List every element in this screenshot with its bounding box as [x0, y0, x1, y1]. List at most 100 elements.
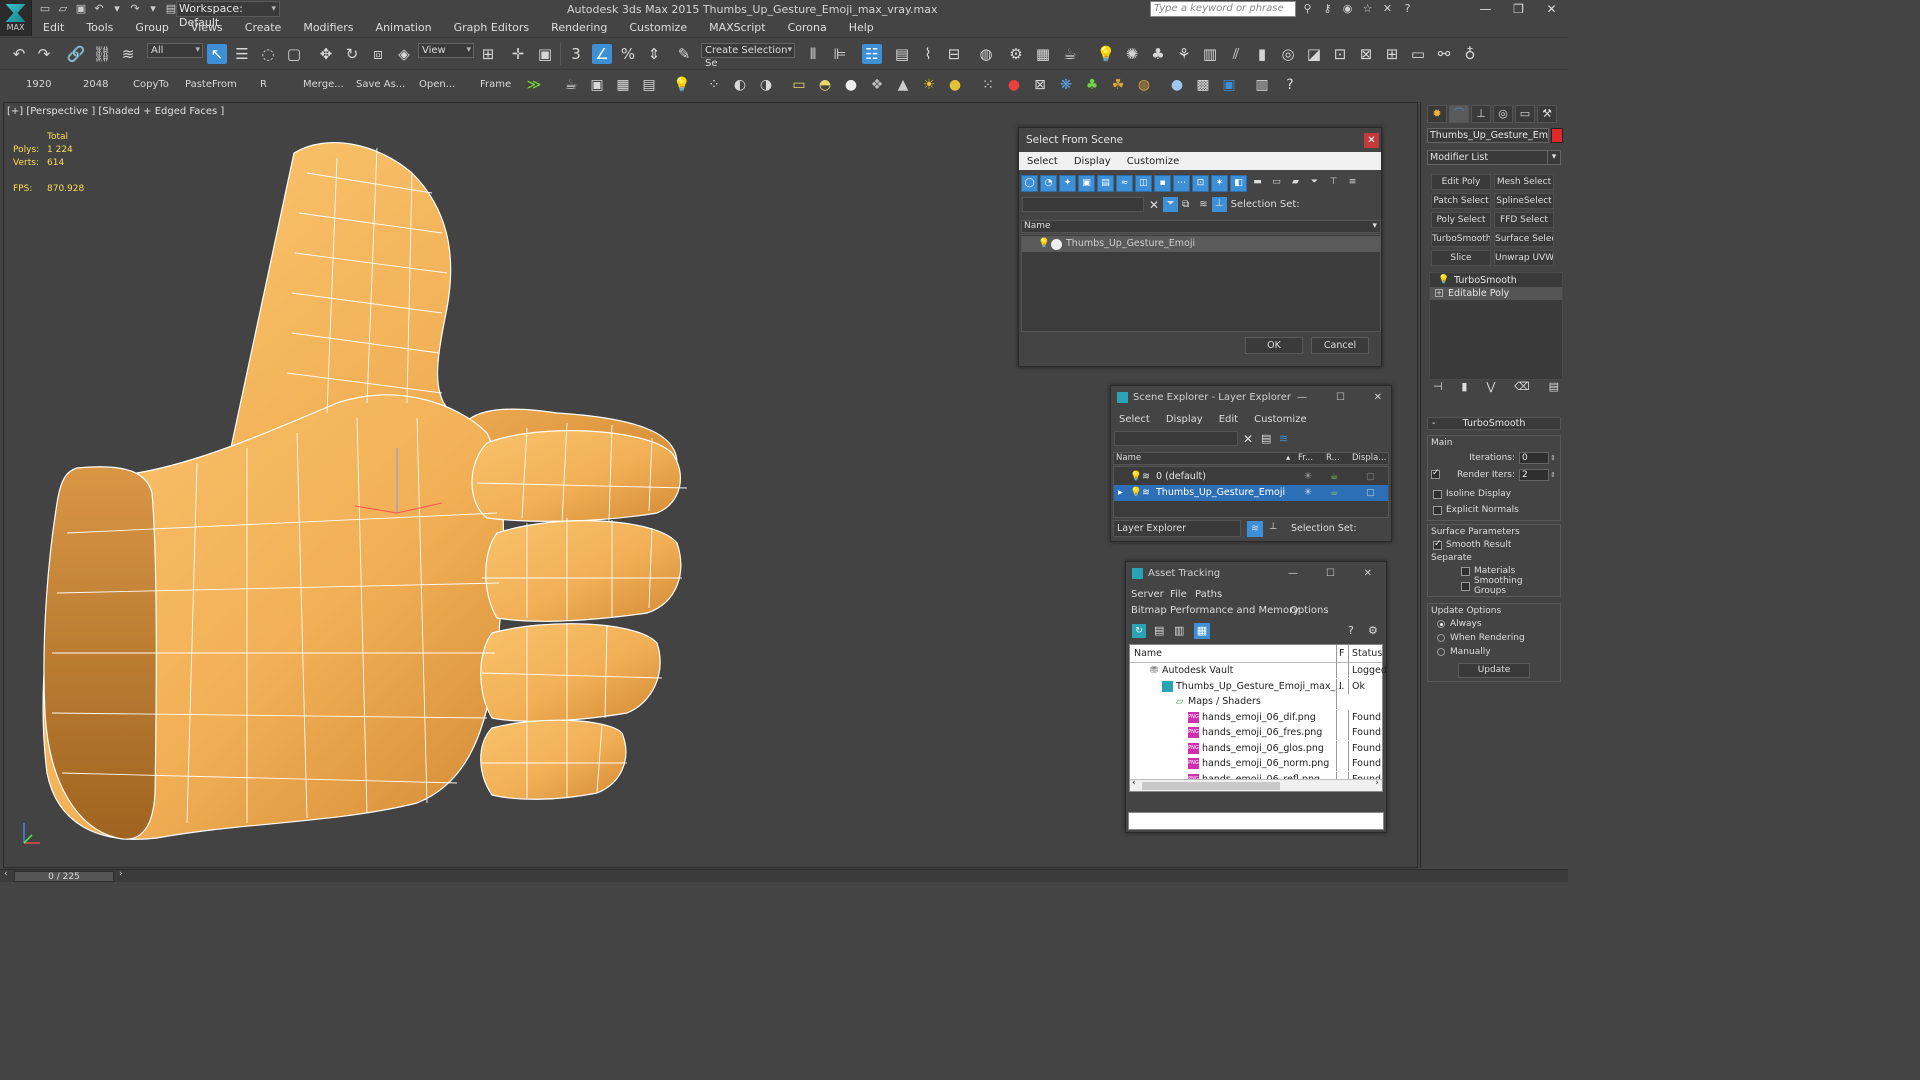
col-name[interactable]: Name — [1116, 453, 1141, 464]
col-full-path[interactable]: F — [1336, 645, 1344, 663]
toggle-scene-explorer-icon[interactable]: ☷ — [862, 44, 882, 64]
menu-corona[interactable]: Corona — [777, 19, 838, 37]
freeze-snowflake-icon[interactable]: ✳ — [1304, 485, 1312, 501]
dropdown-arrow-icon[interactable]: ▾ — [110, 2, 124, 16]
render-teapot-icon[interactable]: ☕ — [1330, 469, 1339, 485]
unlink-icon[interactable]: ⛓ — [92, 44, 112, 64]
hierarchy-mode-icon[interactable]: ⊥ — [1211, 197, 1227, 212]
expand-chevron-icon[interactable]: ≫ — [524, 75, 544, 95]
maximize-icon[interactable]: ☐ — [1336, 386, 1345, 410]
vray-camera-icon[interactable]: ▮ — [1252, 44, 1272, 64]
mesh-select-button[interactable]: Mesh Select — [1494, 174, 1554, 190]
col-renderable[interactable]: R... — [1326, 453, 1340, 464]
vray-material-icon[interactable]: ⊞ — [1382, 44, 1402, 64]
menu-display[interactable]: Display — [1158, 414, 1211, 425]
light-bulb-icon[interactable]: 💡 — [1438, 274, 1449, 287]
expand-arrow-icon[interactable]: ▸ — [1118, 485, 1123, 501]
menu-help[interactable]: Help — [838, 19, 885, 37]
open-folder-icon[interactable]: ▱ — [56, 2, 70, 16]
align-icon[interactable]: ⊫ — [830, 44, 850, 64]
named-selection-sets-dropdown[interactable]: Create Selection Se — [701, 43, 795, 69]
col-status[interactable]: Status — [1348, 645, 1382, 663]
menu-customize[interactable]: Customize — [618, 19, 698, 37]
clear-search-icon[interactable]: ✕ — [1149, 198, 1159, 212]
render-production-icon[interactable]: ☕ — [1060, 44, 1080, 64]
edit-poly-button[interactable]: Edit Poly — [1431, 174, 1491, 190]
sphere-light-icon[interactable]: ● — [841, 75, 861, 95]
modify-tab-icon[interactable]: ⌒ — [1449, 105, 1469, 123]
render-teapot-icon[interactable]: ☕ — [1330, 485, 1339, 501]
reference-coordinate-dropdown[interactable]: View — [418, 43, 474, 58]
smoothing-groups-checkbox[interactable] — [1461, 581, 1470, 591]
binoculars-icon[interactable]: ⚲ — [1300, 2, 1315, 16]
select-object-icon[interactable]: ↖ — [207, 44, 227, 64]
turbosmooth-button[interactable]: TurboSmooth — [1431, 231, 1491, 247]
mesh-clipper-icon[interactable]: ⊠ — [1030, 75, 1050, 95]
keyboard-shortcut-override-icon[interactable]: ▣ — [535, 44, 555, 64]
toggle-layer-explorer-icon[interactable]: ▤ — [892, 44, 912, 64]
merge-button[interactable]: Merge... — [303, 79, 344, 90]
cancel-button[interactable]: Cancel — [1311, 337, 1369, 354]
expand-plus-icon[interactable]: + — [1435, 289, 1443, 297]
isoline-checkbox[interactable] — [1433, 489, 1442, 499]
display-all-icon[interactable]: ▬ — [1249, 175, 1266, 192]
close-icon[interactable]: ✕ — [1535, 0, 1568, 19]
search-input[interactable]: Type a keyword or phrase — [1150, 1, 1296, 17]
list-icon[interactable]: ≡ — [1344, 175, 1361, 192]
sphere-half-icon[interactable]: ◐ — [730, 75, 750, 95]
resolution-2048-button[interactable]: 2048 — [83, 79, 108, 90]
exchange-icon[interactable]: ✕ — [1380, 2, 1395, 16]
vray-fur-icon[interactable]: ⚘ — [1174, 44, 1194, 64]
sky-icon[interactable]: ● — [945, 75, 965, 95]
cone-light-icon[interactable]: ▲ — [893, 75, 913, 95]
undo-icon[interactable]: ↶ — [92, 2, 106, 16]
vray-scene-icon[interactable]: ▭ — [1408, 44, 1428, 64]
stack-item-editable-poly[interactable]: + Editable Poly — [1430, 287, 1562, 300]
find-field[interactable] — [1022, 197, 1144, 212]
teapot-icon[interactable]: ☕ — [561, 75, 581, 95]
vray-proxy-icon[interactable]: ♣ — [1148, 44, 1168, 64]
vray-sphere-icon[interactable]: ◎ — [1278, 44, 1298, 64]
close-icon[interactable]: ✕ — [1374, 386, 1382, 410]
object-color-swatch[interactable] — [1551, 128, 1563, 143]
vray-link-icon[interactable]: ⚯ — [1434, 44, 1454, 64]
open-button[interactable]: Open... — [419, 79, 455, 90]
menu-customize[interactable]: Customize — [1119, 156, 1188, 167]
display-shapes-icon[interactable]: ◔ — [1040, 175, 1057, 192]
rollout-header[interactable]: TurboSmooth — [1427, 417, 1561, 430]
render-iters-spinner[interactable]: 2 — [1519, 468, 1549, 481]
toolbar-help-icon[interactable]: ? — [1280, 75, 1300, 95]
light-list-icon[interactable]: 💡 — [672, 75, 692, 95]
dropdown-arrow-icon[interactable]: ▾ — [146, 2, 160, 16]
selection-region-icon[interactable]: ◌ — [258, 44, 278, 64]
restore-icon[interactable]: ❐ — [1502, 0, 1535, 19]
copy-to-button[interactable]: CopyTo — [133, 79, 169, 90]
selection-filter-dropdown[interactable]: All — [147, 43, 203, 58]
display-tab-icon[interactable]: ▭ — [1515, 105, 1535, 123]
spline-select-button[interactable]: SplineSelect — [1494, 193, 1554, 209]
paste-from-button[interactable]: PasteFrom — [185, 79, 237, 90]
manually-radio[interactable] — [1437, 648, 1445, 656]
link-icon[interactable]: 🔗 — [66, 44, 86, 64]
select-children-icon[interactable]: ⧉ — [1182, 199, 1189, 210]
hair-icon[interactable]: ☘ — [1108, 75, 1128, 95]
utilities-tab-icon[interactable]: ⚒ — [1537, 105, 1557, 123]
spinner-arrows-icon[interactable]: ⇕ — [1549, 471, 1557, 479]
menu-modifiers[interactable]: Modifiers — [292, 19, 364, 37]
layer-row[interactable]: ▸ 💡 ≋ Thumbs_Up_Gesture_Emoji ✳ ☕ ▢ — [1114, 485, 1388, 501]
thumbs-up-model[interactable] — [37, 133, 737, 853]
scrollbar-thumb[interactable] — [1142, 782, 1280, 790]
invert-display-icon[interactable]: ▰ — [1287, 175, 1304, 192]
workspace-dropdown[interactable]: Workspace: Default — [176, 1, 280, 29]
dots-icon[interactable]: ⁘ — [704, 75, 724, 95]
vray-light-icon[interactable]: 💡 — [1096, 44, 1116, 64]
table-view-icon[interactable]: ▦ — [1194, 623, 1210, 639]
name-column-header[interactable]: Name ▾ — [1021, 220, 1381, 233]
asset-row[interactable]: ⛃ Autodesk Vault Logged — [1130, 663, 1387, 679]
menu-paths[interactable]: Paths — [1195, 589, 1222, 600]
prev-frame-icon[interactable]: ‹ — [4, 869, 8, 879]
make-unique-icon[interactable]: ⋁ — [1486, 380, 1495, 393]
display-lights-icon[interactable]: ✦ — [1059, 175, 1076, 192]
pivot-center-icon[interactable]: ⊞ — [478, 44, 498, 64]
bind-space-warp-icon[interactable]: ≋ — [118, 44, 138, 64]
